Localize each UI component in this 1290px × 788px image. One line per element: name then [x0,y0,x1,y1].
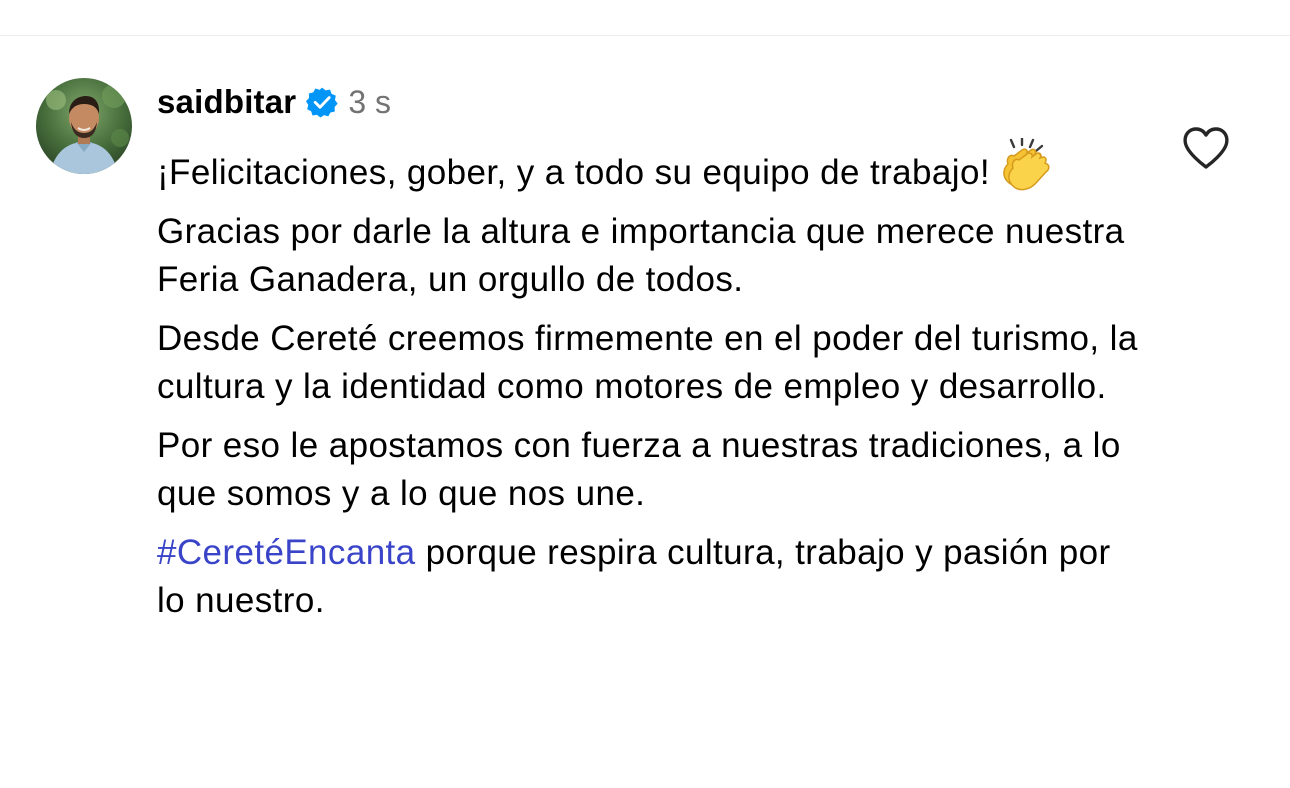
comment-paragraph-3: Desde Cereté creemos firmemente en el po… [157,319,1138,406]
comment-paragraph-4: Por eso le apostamos con fuerza a nuestr… [157,426,1121,513]
clapping-hands-icon [996,136,1050,192]
comment-screen: saidbitar 3 s ¡Felicitaciones, gober, y … [0,0,1290,788]
comment-timestamp: 3 s [348,83,392,120]
comment-header: saidbitar 3 s [157,80,1147,124]
comment-item: saidbitar 3 s ¡Felicitaciones, gober, y … [0,0,1290,788]
user-avatar-photo [36,78,132,174]
heart-outline-icon [1183,127,1229,169]
comment-paragraph-1: ¡Felicitaciones, gober, y a todo su equi… [157,136,1147,197]
username-link[interactable]: saidbitar [157,83,296,121]
comment-paragraph-2: Gracias por darle la altura e importanci… [157,212,1125,299]
like-button[interactable] [1180,124,1232,172]
comment-paragraph-5: #CeretéEncanta porque respira cultura, t… [157,529,1147,625]
avatar[interactable] [36,78,132,174]
verified-badge-icon [306,86,338,118]
comment-body: saidbitar 3 s ¡Felicitaciones, gober, y … [157,80,1147,625]
hashtag-link[interactable]: #CeretéEncanta [157,533,416,572]
comment-text-1: ¡Felicitaciones, gober, y a todo su equi… [157,153,990,192]
